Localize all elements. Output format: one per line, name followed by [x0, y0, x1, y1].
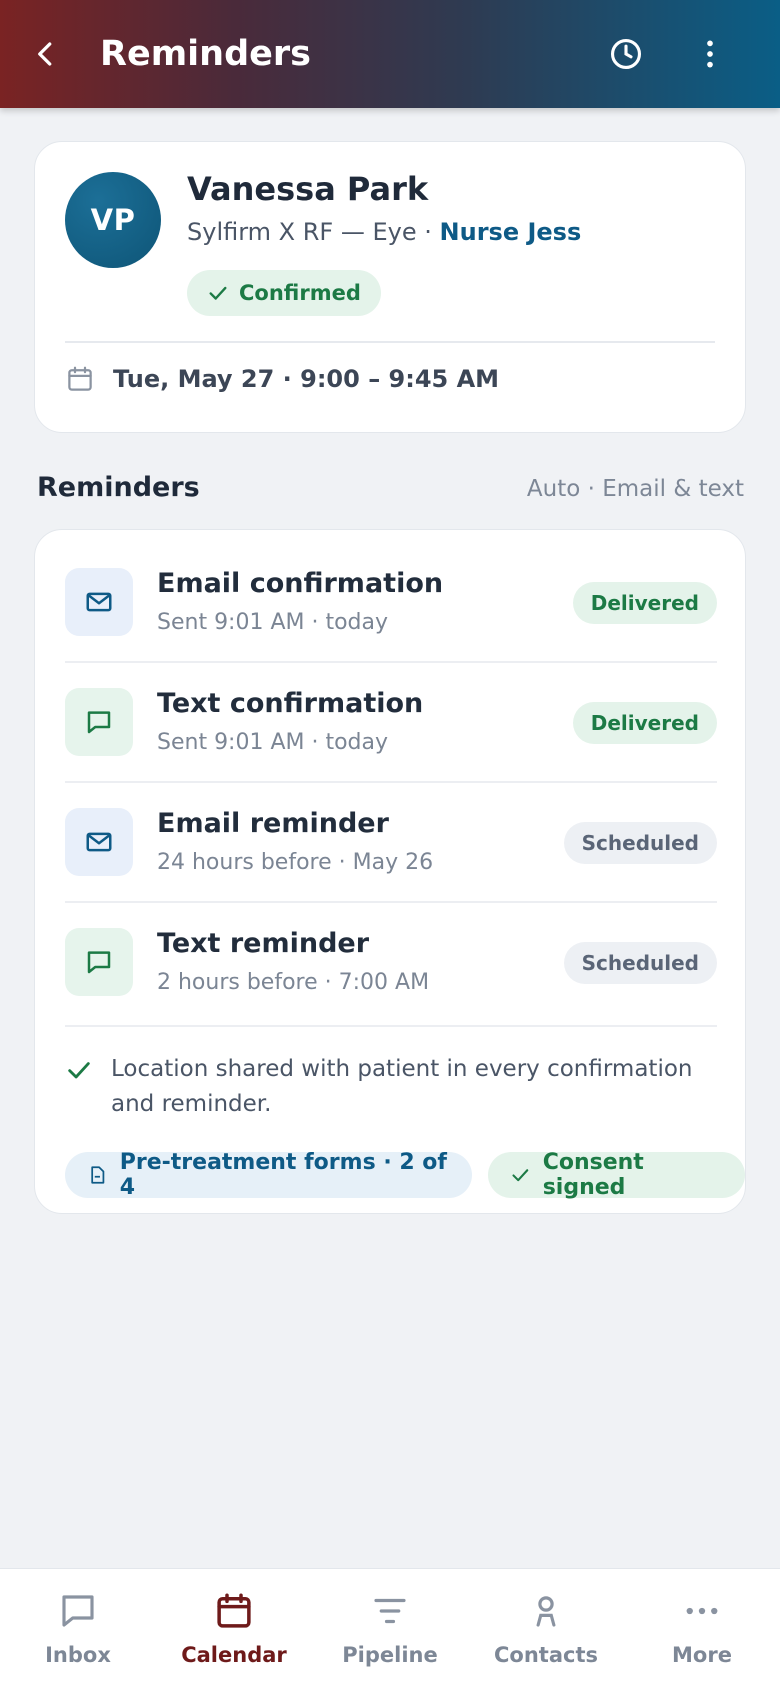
checkmark-icon: [512, 1169, 529, 1182]
patient-name: Vanessa Park: [187, 170, 429, 208]
filter-lines-icon: [368, 1589, 412, 1633]
consent-chip[interactable]: Consent signed: [487, 1150, 745, 1200]
message-bubble-icon: [65, 688, 133, 756]
checkmark-icon: [68, 1062, 90, 1079]
horizontal-dots-icon: [680, 1589, 724, 1633]
reminder-title: Text reminder: [157, 928, 370, 959]
reminder-subtitle: 2 hours before · 7:00 AM: [157, 970, 430, 995]
history-button[interactable]: [602, 30, 650, 78]
reminders-card: Email confirmation Sent 9:01 AM · today …: [34, 529, 746, 1214]
status-badge: Delivered: [572, 582, 717, 624]
person-icon: [524, 1589, 568, 1633]
email-icon: [65, 808, 133, 876]
status-label: Confirmed: [239, 281, 361, 305]
section-title: Reminders: [37, 472, 200, 503]
treatment-name: Sylfirm X RF — Eye: [187, 218, 417, 246]
reminder-title: Text confirmation: [157, 688, 424, 719]
status-badge: Scheduled: [563, 822, 717, 864]
nav-item-more[interactable]: More: [624, 1569, 780, 1688]
appointment-datetime: Tue, May 27 · 9:00 – 9:45 AM: [113, 365, 500, 393]
email-icon: [65, 568, 133, 636]
vertical-dots-icon: [707, 40, 713, 68]
message-bubble-icon: [65, 928, 133, 996]
status-badge: Scheduled: [563, 942, 717, 984]
patient-card: VP Vanessa Park Sylfirm X RF — Eye · Nur…: [34, 141, 746, 433]
divider: [65, 341, 715, 343]
nav-item-calendar[interactable]: Calendar: [156, 1569, 312, 1688]
more-options-button[interactable]: [686, 30, 734, 78]
status-badge: Delivered: [572, 702, 717, 744]
patient-treatment-line: Sylfirm X RF — Eye · Nurse Jess: [187, 218, 581, 246]
reminder-subtitle: Sent 9:01 AM · today: [157, 730, 389, 755]
status-badge: Confirmed: [187, 270, 381, 316]
nav-item-inbox[interactable]: Inbox: [0, 1569, 156, 1688]
list-item[interactable]: Email confirmation Sent 9:01 AM · today …: [65, 530, 717, 650]
location-note: Location shared with patient in every co…: [65, 1052, 717, 1122]
nav-item-pipeline[interactable]: Pipeline: [312, 1569, 468, 1688]
pre-treatment-forms-chip[interactable]: Pre-treatment forms · 2 of 4: [65, 1150, 472, 1200]
checkmark-icon: [209, 286, 227, 300]
chat-bubble-icon: [56, 1589, 100, 1633]
page-title: Reminders: [100, 34, 311, 74]
nav-label: Contacts: [494, 1643, 598, 1667]
clock-icon: [610, 38, 642, 70]
chevron-left-icon: [38, 42, 52, 66]
list-item[interactable]: Text reminder 2 hours before · 7:00 AM S…: [65, 890, 717, 1010]
chip-label: Pre-treatment forms · 2 of 4: [119, 1150, 447, 1200]
divider: [65, 1025, 717, 1027]
chip-label: Consent signed: [542, 1150, 644, 1200]
appointment-time-row: Tue, May 27 · 9:00 – 9:45 AM: [65, 364, 499, 394]
calendar-icon: [212, 1589, 256, 1633]
document-icon: [91, 1166, 105, 1184]
reminder-title: Email reminder: [157, 808, 389, 839]
reminder-subtitle: Sent 9:01 AM · today: [157, 610, 389, 635]
section-meta: Auto · Email & text: [526, 476, 744, 502]
list-item[interactable]: Email reminder 24 hours before · May 26 …: [65, 770, 717, 890]
app-header: Reminders: [0, 0, 780, 108]
separator-dot: ·: [424, 218, 432, 246]
calendar-icon: [68, 366, 92, 391]
back-button[interactable]: [22, 30, 70, 78]
avatar: VP: [65, 172, 161, 268]
nav-item-contacts[interactable]: Contacts: [468, 1569, 624, 1688]
location-note-text: Location shared with patient in every co…: [111, 1056, 693, 1117]
reminder-subtitle: 24 hours before · May 26: [157, 850, 434, 875]
list-item[interactable]: Text confirmation Sent 9:01 AM · today D…: [65, 650, 717, 770]
nav-label: Pipeline: [342, 1643, 438, 1667]
nav-label: More: [672, 1643, 732, 1667]
reminder-title: Email confirmation: [157, 568, 444, 599]
provider-link[interactable]: Nurse Jess: [440, 218, 582, 246]
nav-label: Inbox: [45, 1643, 111, 1667]
nav-label: Calendar: [181, 1643, 287, 1667]
chip-row: Pre-treatment forms · 2 of 4 Consent sig…: [65, 1150, 745, 1200]
bottom-nav: Inbox Calendar Pipeline Contacts More: [0, 1568, 780, 1688]
